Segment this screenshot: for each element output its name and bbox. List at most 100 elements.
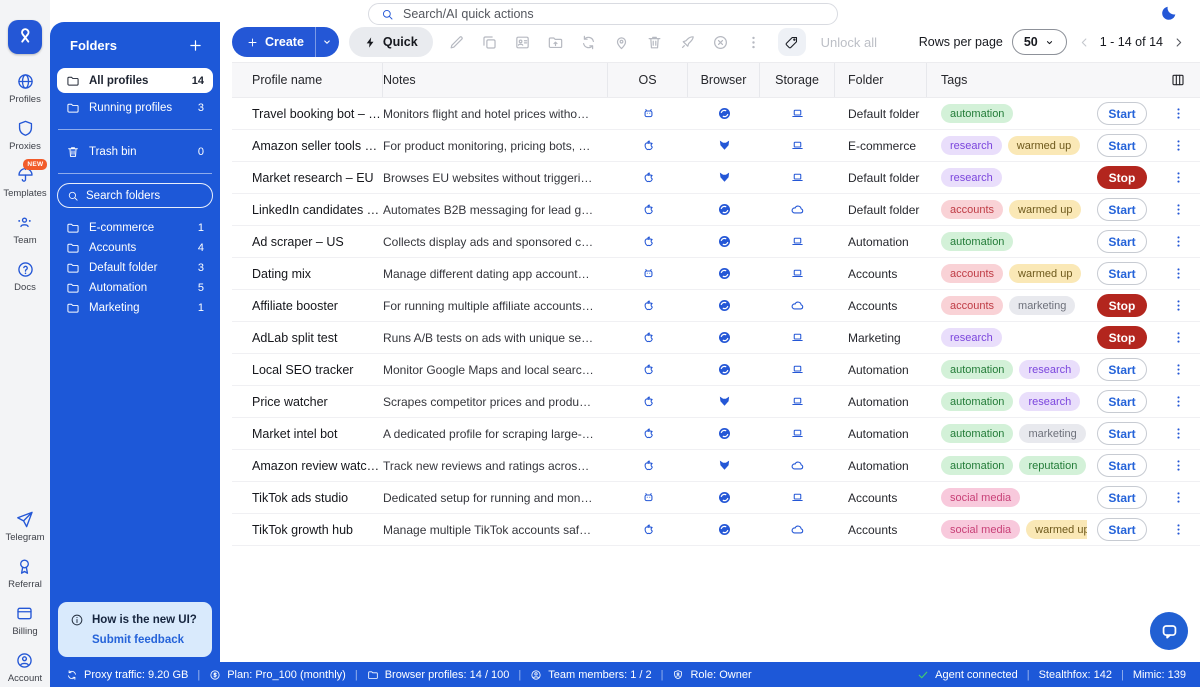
rows-per-page-select[interactable]: 50 <box>1012 29 1067 55</box>
profile-row-travel-booking-bot-us[interactable]: Travel booking bot – USMonitors flight a… <box>232 98 1200 130</box>
stop-profile-button[interactable]: Stop <box>1097 166 1147 189</box>
column-header-browser[interactable]: Browser <box>688 63 760 97</box>
column-header-tags[interactable]: Tags <box>927 63 1087 97</box>
row-menu-button[interactable] <box>1168 487 1190 509</box>
row-menu-button[interactable] <box>1168 423 1190 445</box>
column-header-notes[interactable]: Notes <box>383 63 608 97</box>
rail-item-proxies[interactable]: Proxies <box>9 119 41 152</box>
tag-button[interactable] <box>778 28 806 56</box>
folder-item-e-commerce[interactable]: E-commerce1 <box>57 218 213 238</box>
folder-item-accounts[interactable]: Accounts4 <box>57 238 213 258</box>
rail-item-profiles[interactable]: Profiles <box>9 72 41 105</box>
x-circle-button[interactable] <box>704 27 737 57</box>
move-folder-button[interactable] <box>539 27 572 57</box>
start-profile-button[interactable]: Start <box>1097 102 1147 125</box>
folder-item-trash-bin[interactable]: Trash bin0 <box>57 139 213 164</box>
profile-row-adlab-split-test[interactable]: AdLab split testRuns A/B tests on ads wi… <box>232 322 1200 354</box>
start-profile-button[interactable]: Start <box>1097 134 1147 157</box>
stop-profile-button[interactable]: Stop <box>1097 326 1147 349</box>
profile-row-tiktok-ads-studio[interactable]: TikTok ads studioDedicated setup for run… <box>232 482 1200 514</box>
global-search-input[interactable]: Search/AI quick actions <box>368 3 838 25</box>
profile-row-market-research-eu[interactable]: Market research – EUBrowses EU websites … <box>232 162 1200 194</box>
android-icon <box>641 106 656 121</box>
submit-feedback-link[interactable]: Submit feedback <box>92 634 200 646</box>
profile-row-linkedin-candidates-uk[interactable]: LinkedIn candidates – UKAutomates B2B me… <box>232 194 1200 226</box>
quick-actions-button[interactable]: Quick <box>349 27 433 57</box>
row-menu-button[interactable] <box>1168 231 1190 253</box>
profile-name: Local SEO tracker <box>232 363 383 377</box>
pagination-next-button[interactable] <box>1168 31 1188 53</box>
kebab-button[interactable] <box>737 27 770 57</box>
rocket-button[interactable] <box>671 27 704 57</box>
row-menu-button[interactable] <box>1168 519 1190 541</box>
rail-item-templates[interactable]: NEWTemplates <box>3 166 46 199</box>
folder-item-default-folder[interactable]: Default folder3 <box>57 258 213 278</box>
row-menu-button[interactable] <box>1168 455 1190 477</box>
rail-item-billing[interactable]: Billing <box>12 604 37 637</box>
add-folder-button[interactable] <box>187 37 204 54</box>
column-picker-button[interactable] <box>1157 63 1200 97</box>
column-header-profile-name[interactable]: Profile name <box>232 63 383 97</box>
profile-row-dating-mix[interactable]: Dating mixManage different dating app ac… <box>232 258 1200 290</box>
start-profile-button[interactable]: Start <box>1097 230 1147 253</box>
column-header-folder[interactable]: Folder <box>835 63 927 97</box>
rail-item-account[interactable]: Account <box>8 651 42 684</box>
profile-row-local-seo-tracker[interactable]: Local SEO trackerMonitor Google Maps and… <box>232 354 1200 386</box>
row-menu-button[interactable] <box>1168 295 1190 317</box>
folder-item-all-profiles[interactable]: All profiles14 <box>57 68 213 93</box>
row-menu-button[interactable] <box>1168 167 1190 189</box>
rail-item-team[interactable]: Team <box>13 213 36 246</box>
profile-row-market-intel-bot[interactable]: Market intel botA dedicated profile for … <box>232 418 1200 450</box>
profile-notes: Monitors flight and hotel prices without… <box>383 107 608 121</box>
profile-notes: Manage different dating app accounts wit… <box>383 267 608 281</box>
pin-button[interactable] <box>605 27 638 57</box>
edit-button[interactable] <box>440 27 473 57</box>
row-menu-button[interactable] <box>1168 103 1190 125</box>
column-header-storage[interactable]: Storage <box>760 63 835 97</box>
rail-item-referral[interactable]: Referral <box>8 557 42 590</box>
cloud-icon <box>790 298 805 313</box>
trash-button[interactable] <box>638 27 671 57</box>
row-menu-button[interactable] <box>1168 359 1190 381</box>
profile-row-amazon-seller-tools-us[interactable]: Amazon seller tools – USFor product moni… <box>232 130 1200 162</box>
support-chat-button[interactable] <box>1150 612 1188 650</box>
status-text: Stealthfox: 142 <box>1039 669 1112 681</box>
start-profile-button[interactable]: Start <box>1097 454 1147 477</box>
start-profile-button[interactable]: Start <box>1097 262 1147 285</box>
rail-item-telegram[interactable]: Telegram <box>5 510 44 543</box>
row-menu-button[interactable] <box>1168 391 1190 413</box>
profile-row-amazon-review-watcher[interactable]: Amazon review watcherTrack new reviews a… <box>232 450 1200 482</box>
pagination-prev-button[interactable] <box>1075 31 1095 53</box>
dark-mode-toggle[interactable] <box>1160 4 1178 22</box>
row-menu-button[interactable] <box>1168 327 1190 349</box>
profile-row-ad-scraper-us[interactable]: Ad scraper – USCollects display ads and … <box>232 226 1200 258</box>
stop-profile-button[interactable]: Stop <box>1097 294 1147 317</box>
create-button[interactable]: Create <box>232 27 315 57</box>
start-profile-button[interactable]: Start <box>1097 486 1147 509</box>
row-menu-button[interactable] <box>1168 263 1190 285</box>
folder-item-marketing[interactable]: Marketing1 <box>57 298 213 318</box>
storage-cell <box>760 298 835 313</box>
row-menu-button[interactable] <box>1168 199 1190 221</box>
unlock-all-button[interactable]: Unlock all <box>821 35 877 50</box>
clone-card-button[interactable] <box>506 27 539 57</box>
profile-notes: Scrapes competitor prices and product av… <box>383 395 608 409</box>
search-folders-input[interactable]: Search folders <box>57 183 213 208</box>
folder-item-automation[interactable]: Automation5 <box>57 278 213 298</box>
start-profile-button[interactable]: Start <box>1097 198 1147 221</box>
start-profile-button[interactable]: Start <box>1097 422 1147 445</box>
rail-item-docs[interactable]: Docs <box>14 260 36 293</box>
start-profile-button[interactable]: Start <box>1097 390 1147 413</box>
create-dropdown-caret[interactable] <box>315 27 339 57</box>
start-profile-button[interactable]: Start <box>1097 358 1147 381</box>
start-profile-button[interactable]: Start <box>1097 518 1147 541</box>
column-header-os[interactable]: OS <box>608 63 688 97</box>
profile-row-affiliate-booster[interactable]: Affiliate boosterFor running multiple af… <box>232 290 1200 322</box>
app-logo[interactable] <box>8 20 42 54</box>
duplicate-button[interactable] <box>473 27 506 57</box>
folder-item-running-profiles[interactable]: Running profiles3 <box>57 95 213 120</box>
profile-row-price-watcher[interactable]: Price watcherScrapes competitor prices a… <box>232 386 1200 418</box>
row-menu-button[interactable] <box>1168 135 1190 157</box>
sync-button[interactable] <box>572 27 605 57</box>
profile-row-tiktok-growth-hub[interactable]: TikTok growth hubManage multiple TikTok … <box>232 514 1200 546</box>
